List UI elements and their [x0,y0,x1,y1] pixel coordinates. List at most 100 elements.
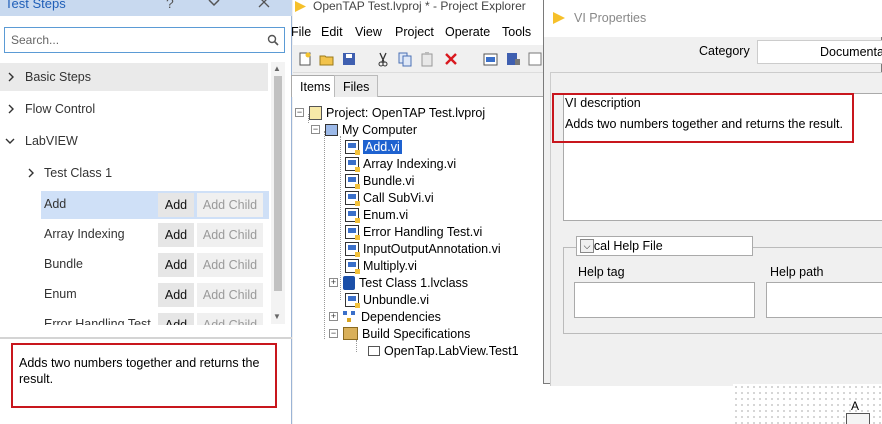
close-icon [258,0,270,8]
close-button[interactable] [258,0,270,11]
group-label: LabVIEW [25,134,78,148]
step-row-enum[interactable]: Enum Add Add Child [41,281,269,309]
tree-project-row[interactable]: − Project: OpenTAP Test.lvproj [295,104,485,121]
add-child-button[interactable]: Add Child [197,223,263,247]
tree-item-build-child[interactable]: OpenTap.LabView.Test1 [368,342,519,359]
tree-item-test-class[interactable]: + Test Class 1.lvclass [329,274,468,291]
vi-description-text: Adds two numbers together and returns th… [565,117,843,131]
menu-operate[interactable]: Operate [445,25,490,39]
tab-files[interactable]: Files [334,75,379,97]
expand-toggle[interactable]: + [329,278,338,287]
collapse-toggle[interactable]: − [295,108,304,117]
terminal-node[interactable] [846,413,870,424]
menu-project[interactable]: Project [395,25,434,39]
category-value: Documentat [820,45,882,59]
copy-icon[interactable] [397,51,413,67]
class-icon [343,275,355,290]
tree-item-multiply[interactable]: Multiply.vi [345,257,417,274]
add-button[interactable]: Add [158,283,194,307]
step-row-add[interactable]: Add Add Add Child [41,191,269,219]
menu-tools[interactable]: Tools [502,25,531,39]
tree-item-build-specs[interactable]: − Build Specifications [329,325,470,342]
vi-icon [345,224,360,240]
step-row-array-indexing[interactable]: Array Indexing Add Add Child [41,221,269,249]
menu-file[interactable]: File [291,25,311,39]
help-button[interactable]: ? [166,0,174,11]
tree-item-call-subvi[interactable]: Call SubVi.vi [345,189,434,206]
collapse-button[interactable] [207,0,221,11]
cut-icon[interactable] [375,51,391,67]
add-button[interactable]: Add [158,253,194,277]
splitter[interactable] [0,337,292,339]
tree-item-error-handling[interactable]: Error Handling Test.vi [345,223,482,240]
add-child-button[interactable]: Add Child [197,193,263,217]
add-button[interactable]: Add [158,223,194,247]
tab-items[interactable]: Items [291,75,340,97]
menu-view[interactable]: View [355,25,382,39]
test-steps-titlebar: Test Steps ? [0,0,292,16]
vi-icon [345,190,360,206]
group-label: Flow Control [25,102,96,116]
step-row-bundle[interactable]: Bundle Add Add Child [41,251,269,279]
step-label: Add [44,197,67,211]
vi-icon [345,241,360,257]
scroll-down-icon[interactable]: ▼ [273,312,281,321]
tree-item-enum[interactable]: Enum.vi [345,206,408,223]
delete-icon[interactable] [443,51,459,67]
add-button[interactable]: Add [158,313,194,325]
step-label: Error Handling Test [44,317,151,325]
tree-item-array-indexing[interactable]: Array Indexing.vi [345,155,456,172]
tree-item-label: InputOutputAnnotation.vi [363,241,501,256]
scrollbar-thumb[interactable] [274,76,282,291]
add-button[interactable]: Add [158,193,194,217]
collapse-toggle[interactable]: − [311,125,320,134]
collapse-toggle[interactable]: − [329,329,338,338]
paste-icon[interactable] [419,51,435,67]
search-input[interactable]: Search... [4,27,285,53]
step-row-error-handling-test[interactable]: Error Handling Test Add Add Child [41,311,269,325]
tree-item-label: Unbundle.vi [363,292,430,307]
tree-item-io-annotation[interactable]: InputOutputAnnotation.vi [345,240,501,257]
group-basic-steps[interactable]: Basic Steps [0,63,268,91]
new-icon[interactable] [297,51,313,67]
vi-icon [345,207,360,223]
group-test-class-1[interactable]: Test Class 1 [0,159,112,187]
tree-my-computer-row[interactable]: − My Computer [311,121,417,138]
tree-item-unbundle[interactable]: Unbundle.vi [345,291,429,308]
build-icon[interactable] [483,51,499,67]
save-all-icon[interactable] [341,51,357,67]
build-target-icon [368,345,380,356]
chevron-down-icon: ⌵ [580,239,594,253]
block-diagram-area[interactable]: A [733,384,882,424]
tree-item-dependencies[interactable]: + Dependencies [329,308,441,325]
group-label: Test Class 1 [44,166,113,180]
deploy-icon[interactable] [505,51,521,67]
help-path-input[interactable] [766,282,882,318]
tree-item-bundle[interactable]: Bundle.vi [345,172,414,189]
menu-edit[interactable]: Edit [321,25,343,39]
expand-toggle[interactable]: + [329,312,338,321]
scroll-up-icon[interactable]: ▲ [273,64,281,73]
help-tag-input[interactable] [574,282,755,318]
add-child-button[interactable]: Add Child [197,313,263,325]
vi-icon [345,156,360,172]
add-child-button[interactable]: Add Child [197,253,263,277]
group-flow-control[interactable]: Flow Control [0,95,95,123]
group-label: Basic Steps [25,70,92,84]
test-steps-panel: Test Steps ? Search... Basic Steps Flow … [0,0,292,424]
step-label: Bundle [44,257,83,271]
add-child-button[interactable]: Add Child [197,283,263,307]
tree-item-label: Build Specifications [362,326,471,341]
tree-item-add-vi[interactable]: Add.vi [345,138,402,155]
computer-label: My Computer [342,122,418,137]
toolbar-icon[interactable] [527,51,543,67]
steps-scrollbar[interactable]: ▲ ▼ [271,62,285,324]
test-steps-title: Test Steps [5,0,66,11]
help-file-select[interactable]: Local Help File ⌵ [576,236,753,256]
open-icon[interactable] [319,51,335,67]
category-select[interactable]: Documentat [757,40,882,64]
vi-properties-dialog: VI Properties Category Documentat VI des… [543,0,882,386]
step-label: Array Indexing [44,227,125,241]
help-tag-label: Help tag [578,265,625,279]
group-labview[interactable]: LabVIEW [0,127,78,155]
